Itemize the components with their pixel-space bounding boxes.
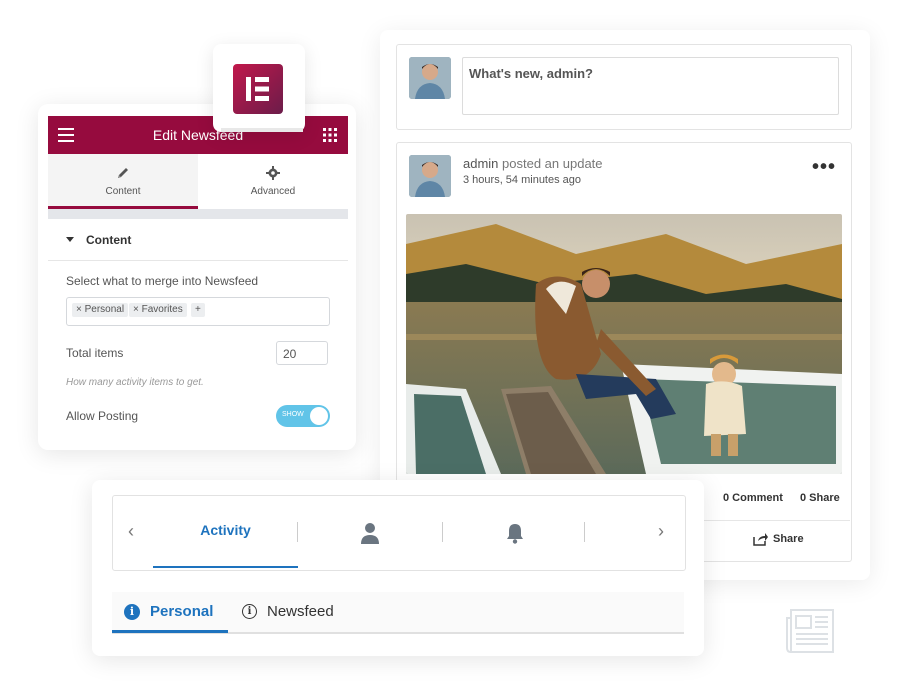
more-options-icon[interactable]: ••• <box>812 156 836 179</box>
tag-favorites[interactable]: × Favorites <box>129 303 187 317</box>
newspaper-icon <box>785 608 835 659</box>
avatar-image <box>409 155 451 197</box>
divider <box>442 522 443 542</box>
tab-content-label: Content <box>105 186 141 197</box>
pencil-icon <box>48 166 198 183</box>
post-author-avatar[interactable] <box>409 155 451 197</box>
total-items-hint: How many activity items to get. <box>66 377 204 388</box>
total-items-input[interactable]: 20 <box>276 341 328 365</box>
section-title: Content <box>86 233 132 247</box>
avatar[interactable] <box>409 57 451 99</box>
tab-activity[interactable]: Activity <box>153 522 298 538</box>
post-author[interactable]: admin <box>463 156 498 171</box>
avatar-image <box>409 57 451 99</box>
divider <box>297 522 298 542</box>
caret-down-icon <box>66 237 74 242</box>
post-photo[interactable] <box>406 214 842 474</box>
comment-count[interactable]: 0 Comment <box>723 492 783 504</box>
divider <box>584 522 585 542</box>
subnav-personal-label: Personal <box>150 603 214 620</box>
post-timestamp[interactable]: 3 hours, 54 minutes ago <box>463 174 581 186</box>
lake-boat-photo <box>406 214 842 474</box>
elementor-logo <box>233 64 283 114</box>
toggle-label: SHOW <box>282 411 304 418</box>
next-arrow-icon[interactable]: › <box>658 521 664 542</box>
info-icon: i <box>242 604 257 619</box>
allow-posting-label: Allow Posting <box>66 409 139 423</box>
total-items-label: Total items <box>66 346 124 360</box>
add-tag-button[interactable]: + <box>191 303 205 317</box>
info-icon: i <box>124 603 140 620</box>
post-action: posted an update <box>498 156 603 171</box>
active-subnav-indicator <box>112 630 228 633</box>
logo-card-shadow <box>221 128 303 132</box>
share-count[interactable]: 0 Share <box>800 492 840 504</box>
profile-icon[interactable] <box>360 522 380 549</box>
section-toggle-content[interactable]: Content <box>48 220 348 261</box>
active-tab-indicator <box>153 566 298 568</box>
tag-personal[interactable]: × Personal <box>72 303 129 317</box>
share-icon <box>753 533 768 546</box>
gear-icon <box>198 166 348 183</box>
post-header: admin posted an update <box>463 156 603 171</box>
tab-advanced-label: Advanced <box>250 186 296 197</box>
merge-label: Select what to merge into Newsfeed <box>66 274 259 288</box>
subnav-newsfeed-label: Newsfeed <box>267 603 334 620</box>
tab-advanced[interactable]: Advanced <box>198 154 348 208</box>
tag-label: Personal <box>84 304 125 315</box>
widgets-grid-icon[interactable] <box>323 128 337 147</box>
share-button[interactable]: Share <box>753 532 804 546</box>
prev-arrow-icon[interactable]: ‹ <box>128 521 134 542</box>
composer-input[interactable]: What's new, admin? <box>462 57 839 115</box>
toggle-knob[interactable] <box>310 407 328 425</box>
remove-tag-icon[interactable]: × <box>76 304 82 315</box>
divider <box>700 520 850 521</box>
composer-placeholder: What's new, admin? <box>469 66 593 81</box>
tag-label: Favorites <box>141 304 183 315</box>
subnav-personal[interactable]: i Personal <box>124 603 213 620</box>
bell-icon[interactable] <box>505 522 525 549</box>
remove-tag-icon[interactable]: × <box>133 304 139 315</box>
share-label: Share <box>773 533 804 545</box>
subnav-newsfeed[interactable]: i Newsfeed <box>242 603 334 620</box>
divider <box>48 209 348 219</box>
tab-content[interactable]: Content <box>48 154 198 209</box>
